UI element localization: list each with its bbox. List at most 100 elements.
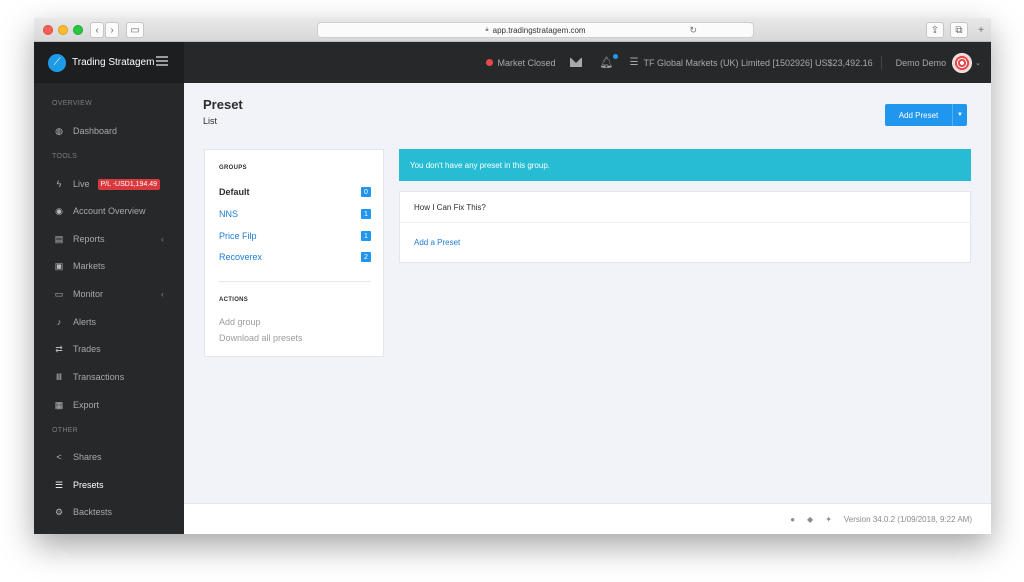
browser-toolbar: ‹ › ▭ 🔒︎ app.tradingstratagem.com ↻ ⇪ ⧉ … (34, 18, 991, 42)
android-icon[interactable]: ◆ (807, 515, 813, 524)
money-icon: ▣ (54, 260, 64, 271)
sidebar-item-label: Live (73, 179, 90, 189)
apple-icon[interactable]: ● (790, 515, 795, 524)
group-label: Price Filp (219, 231, 257, 241)
address-bar[interactable]: 🔒︎ app.tradingstratagem.com ↻ (317, 22, 754, 38)
sliders-icon: ☰ (54, 479, 64, 490)
share-icon[interactable]: ⇪ (926, 22, 944, 38)
group-label: NNS (219, 209, 239, 219)
sidebar-item-label: Markets (73, 261, 106, 271)
footer: ● ◆ ✦ Version 34.0.2 (1/09/2018, 9:22 AM… (184, 503, 991, 534)
group-label: Recoverex (219, 252, 263, 262)
exchange-icon: ⇄ (55, 343, 63, 354)
url-text: app.tradingstratagem.com (492, 25, 586, 35)
bank-icon: Ⅲ (55, 371, 63, 382)
minimize-window-button[interactable] (58, 25, 68, 35)
sidebar-item-monitor[interactable]: ▭ Monitor ‹ (34, 283, 184, 305)
reload-icon[interactable]: ↻ (689, 25, 697, 36)
add-group-link[interactable]: Add group (219, 317, 261, 327)
sidebar-item-presets[interactable]: ☰ Presets (34, 474, 184, 496)
sidebar-item-label: Presets (73, 480, 104, 490)
new-tab-icon[interactable]: + (974, 22, 988, 38)
sidebar-section-tools: TOOLS (52, 153, 78, 160)
user-name[interactable]: Demo Demo (896, 58, 947, 68)
group-count-badge: 1 (361, 209, 371, 219)
cogs-icon: ⚙︎ (54, 506, 64, 517)
notification-dot (612, 54, 618, 59)
sidebar-item-export[interactable]: ▦ Export (34, 394, 184, 416)
sidebar-item-label: Monitor (73, 289, 104, 299)
page-title: Preset (203, 97, 243, 112)
brand-name: Trading Stratagem (72, 57, 155, 68)
actions-heading: ACTIONS (219, 297, 249, 303)
group-item-recoverex[interactable]: Recoverex 2 (219, 250, 371, 264)
sidebar-item-trades[interactable]: ⇄ Trades (34, 338, 184, 360)
menu-icon[interactable] (156, 56, 168, 66)
sidebar-item-label: Trades (73, 344, 101, 354)
sidebar-item-reports[interactable]: ▤ Reports ‹ (34, 228, 184, 250)
avatar[interactable] (952, 52, 973, 73)
eye-icon: ◉ (55, 205, 63, 216)
help-heading: How I Can Fix This? (414, 203, 486, 212)
sidebar-item-label: Transactions (73, 372, 125, 382)
sidebar-item-label: Alerts (73, 317, 97, 327)
chevron-left-icon: ‹ (161, 234, 164, 244)
card-divider (400, 222, 970, 223)
zoom-window-button[interactable] (73, 25, 83, 35)
tabs-icon[interactable]: ⧉ (950, 22, 968, 38)
sidebar-item-alerts[interactable]: ♪ Alerts (34, 311, 184, 333)
forward-button[interactable]: › (105, 22, 119, 38)
twitter-icon[interactable]: ✦ (825, 515, 832, 524)
status-dot-icon (485, 59, 493, 66)
pl-badge: P/L -USD1,194.49 (97, 178, 161, 190)
top-navbar: ⟋ Trading Stratagem Market Closed 🔔︎ ☰ T… (34, 42, 991, 83)
notifications-icon[interactable]: 🔔︎ (600, 54, 618, 69)
group-count-badge: 1 (361, 231, 371, 241)
browser-window: ‹ › ▭ 🔒︎ app.tradingstratagem.com ↻ ⇪ ⧉ … (34, 18, 991, 534)
mail-icon[interactable] (569, 58, 582, 67)
chevron-down-icon[interactable]: ▼ (952, 104, 967, 126)
add-preset-label[interactable]: Add Preset (885, 104, 952, 126)
sidebar-item-backtests[interactable]: ⚙︎ Backtests (34, 501, 184, 523)
group-item-default[interactable]: Default 0 (219, 185, 371, 199)
chevron-down-icon[interactable]: ⌄ (975, 59, 981, 67)
account-list-icon[interactable]: ☰ (630, 57, 639, 68)
navbar-divider (880, 55, 882, 70)
empty-group-alert: You don't have any preset in this group. (399, 149, 971, 181)
download-presets-link[interactable]: Download all presets (219, 333, 303, 343)
add-preset-link[interactable]: Add a Preset (414, 238, 460, 247)
sidebar-item-markets[interactable]: ▣ Markets (34, 255, 184, 277)
sidebar-item-label: Reports (73, 234, 105, 244)
group-item-price-filp[interactable]: Price Filp 1 (219, 229, 371, 243)
share-icon: < (56, 452, 62, 462)
sidebar-toggle-icon[interactable]: ▭ (126, 22, 144, 38)
close-window-button[interactable] (43, 25, 53, 35)
monitor-icon: ▭ (54, 288, 64, 299)
sidebar-item-account-overview[interactable]: ◉ Account Overview (34, 200, 184, 222)
brand[interactable]: ⟋ Trading Stratagem (34, 42, 184, 83)
add-preset-button[interactable]: Add Preset ▼ (885, 104, 967, 126)
market-status: Market Closed (485, 57, 556, 68)
main-content: Preset List Add Preset ▼ GROUPS Default … (184, 83, 991, 534)
card-divider (219, 281, 371, 282)
chevron-left-icon: ‹ (161, 289, 164, 299)
trend-icon: ⟋ (48, 53, 66, 72)
sidebar-item-live[interactable]: ϟ Live P/L -USD1,194.49 (34, 173, 184, 195)
sidebar-item-label: Backtests (73, 507, 113, 517)
sidebar-item-label: Export (73, 400, 100, 410)
sidebar-item-transactions[interactable]: Ⅲ Transactions (34, 366, 184, 388)
group-label: Default (219, 187, 250, 197)
sidebar-item-label: Account Overview (73, 206, 146, 216)
market-status-text: Market Closed (497, 57, 556, 68)
groups-heading: GROUPS (219, 165, 247, 171)
sidebar-item-dashboard[interactable]: ◍ Dashboard (34, 120, 184, 142)
sidebar-item-shares[interactable]: < Shares (34, 446, 184, 468)
account-selector[interactable]: TF Global Markets (UK) Limited [1502926]… (643, 58, 872, 68)
group-item-nns[interactable]: NNS 1 (219, 207, 371, 221)
sidebar-section-other: OTHER (52, 427, 78, 434)
help-card: How I Can Fix This? Add a Preset (399, 191, 971, 263)
back-button[interactable]: ‹ (90, 22, 104, 38)
sidebar-item-label: Dashboard (73, 126, 118, 136)
group-count-badge: 2 (361, 252, 371, 262)
groups-card: GROUPS Default 0 NNS 1 Price Filp 1 Reco… (204, 149, 384, 357)
